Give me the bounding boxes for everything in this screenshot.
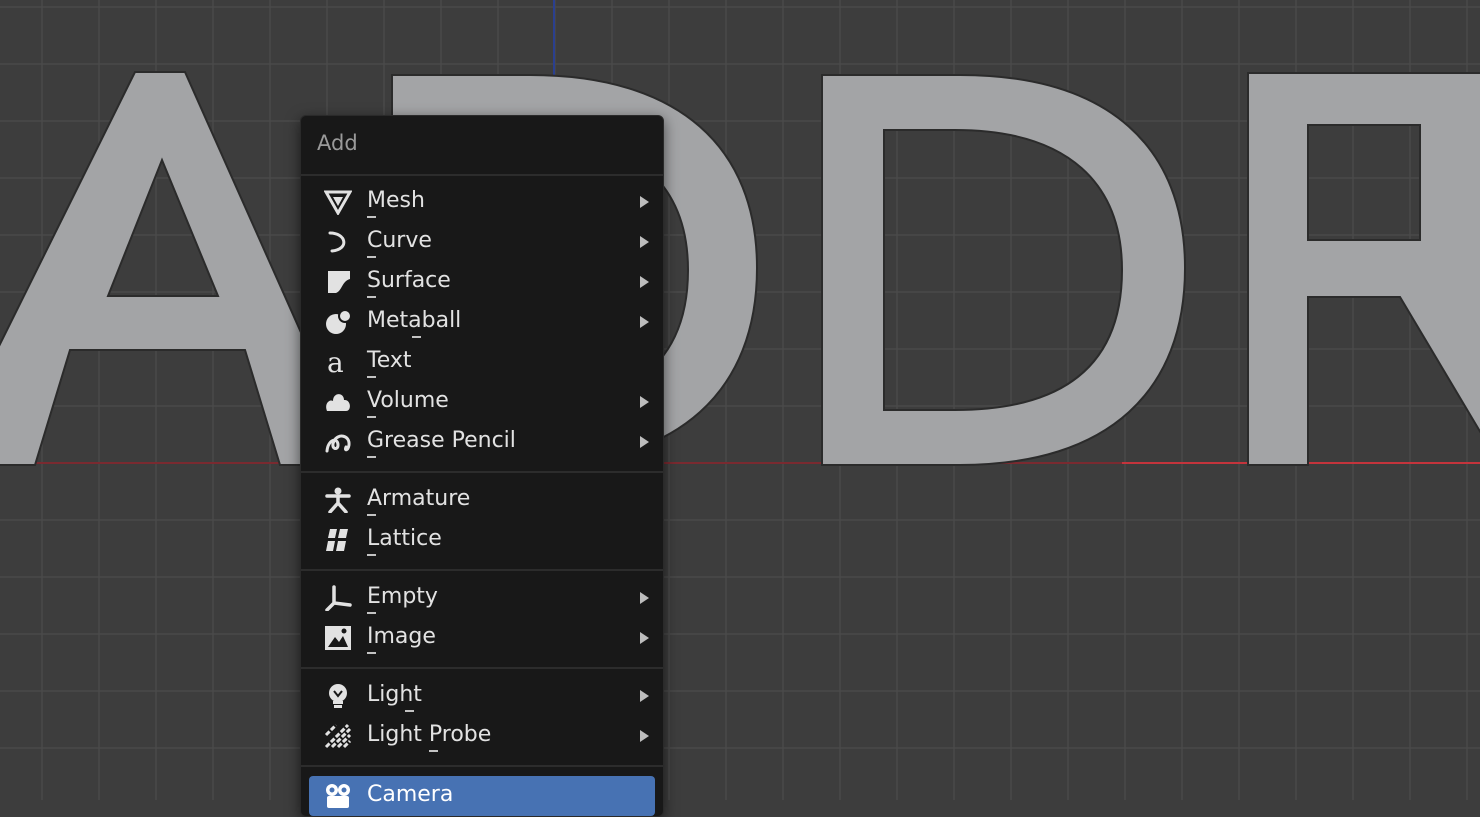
menu-separator (301, 569, 663, 571)
mnemonic-underline (412, 336, 421, 338)
menu-separator (301, 765, 663, 767)
menu-item-armature[interactable]: Armature (309, 480, 655, 520)
menu-item-label: Light (367, 682, 422, 707)
menu-item-label: Volume (367, 388, 449, 413)
menu-item-label: Mesh (367, 188, 425, 213)
menu-title: Add (317, 131, 358, 155)
submenu-arrow-icon (640, 196, 649, 208)
submenu-arrow-icon (640, 632, 649, 644)
menu-item-light[interactable]: Light (309, 676, 655, 716)
camera-icon (324, 783, 352, 809)
menu-item-label: Curve (367, 228, 432, 253)
letter-d-2 (821, 74, 1187, 466)
mnemonic-underline (429, 750, 438, 752)
menu-item-mesh[interactable]: Mesh (309, 182, 655, 222)
text-icon: a (324, 349, 352, 375)
mnemonic-underline (367, 514, 376, 516)
menu-item-label: Armature (367, 486, 471, 511)
menu-item-lattice[interactable]: Lattice (309, 520, 655, 560)
svg-text:a: a (327, 349, 344, 375)
menu-separator (301, 471, 663, 473)
mnemonic-underline (367, 376, 376, 378)
lattice-icon (324, 527, 352, 553)
menu-item-label: Text (367, 348, 412, 373)
mnemonic-underline (367, 612, 376, 614)
menu-item-text[interactable]: a Text (309, 342, 655, 382)
submenu-arrow-icon (640, 396, 649, 408)
image-icon (324, 625, 352, 651)
submenu-arrow-icon (640, 436, 649, 448)
menu-item-volume[interactable]: Volume (309, 382, 655, 422)
menu-item-curve[interactable]: Curve (309, 222, 655, 262)
menu-item-label: Grease Pencil (367, 428, 516, 453)
volume-icon (324, 389, 352, 415)
menu-item-grease-pencil[interactable]: Grease Pencil (309, 422, 655, 462)
mnemonic-underline (367, 554, 376, 556)
light-probe-icon (324, 723, 352, 749)
menu-item-surface[interactable]: Surface (309, 262, 655, 302)
mnemonic-underline (367, 296, 376, 298)
surface-icon (324, 269, 352, 295)
menu-item-light-probe[interactable]: Light Probe (309, 716, 655, 756)
menu-separator (301, 667, 663, 669)
menu-item-camera[interactable]: Camera (309, 776, 655, 816)
submenu-arrow-icon (640, 316, 649, 328)
grease-pencil-icon (324, 429, 352, 455)
submenu-arrow-icon (640, 730, 649, 742)
menu-item-metaball[interactable]: Metaball (309, 302, 655, 342)
mesh-icon (324, 189, 352, 215)
menu-separator (301, 174, 663, 176)
curve-icon (324, 229, 352, 255)
viewport-canvas (0, 0, 1480, 800)
submenu-arrow-icon (640, 592, 649, 604)
3d-viewport[interactable] (0, 0, 1480, 800)
menu-item-label: Camera (367, 782, 454, 807)
submenu-arrow-icon (640, 236, 649, 248)
submenu-arrow-icon (640, 276, 649, 288)
empty-icon (324, 585, 352, 611)
mnemonic-underline (367, 256, 376, 258)
menu-item-label: Empty (367, 584, 438, 609)
menu-item-label: Image (367, 624, 436, 649)
submenu-arrow-icon (640, 690, 649, 702)
armature-icon (324, 487, 352, 513)
add-menu: Add Mesh Curve Surface Metaball a Text V… (300, 115, 664, 817)
metaball-icon (324, 309, 352, 335)
mnemonic-underline (367, 652, 376, 654)
mnemonic-underline (367, 216, 376, 218)
light-icon (324, 683, 352, 709)
menu-item-label: Metaball (367, 308, 462, 333)
mnemonic-underline (367, 456, 376, 458)
menu-item-label: Lattice (367, 526, 442, 551)
mnemonic-underline (367, 416, 376, 418)
menu-item-image[interactable]: Image (309, 618, 655, 658)
menu-item-label: Surface (367, 268, 451, 293)
menu-item-empty[interactable]: Empty (309, 578, 655, 618)
menu-item-label: Light Probe (367, 722, 492, 747)
mnemonic-underline (405, 710, 414, 712)
